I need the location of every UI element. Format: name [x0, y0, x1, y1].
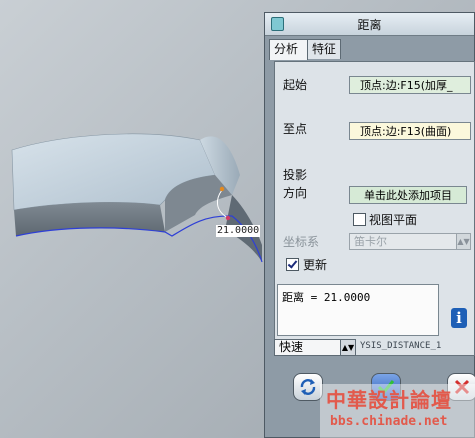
start-label: 起始 [283, 78, 308, 92]
chevron-updown-icon: ▲▼ [340, 340, 355, 355]
result-text: 距离 = 21.0000 [282, 291, 371, 304]
add-projection-button[interactable]: 单击此处添加项目 [349, 186, 467, 204]
info-icon[interactable]: i [451, 308, 467, 328]
speed-select[interactable]: 快速 ▲▼ [274, 339, 356, 356]
repeat-icon [300, 379, 316, 395]
update-label: 更新 [303, 258, 328, 272]
speed-value: 快速 [279, 340, 304, 354]
distance-dialog: 距离 分析 特征 起始 顶点:边:F15(加厚_ 至点 顶点:边:F13(曲面)… [264, 12, 475, 438]
watermark-url: bbs.chinade.net [330, 414, 448, 429]
end-label: 至点 [283, 122, 308, 136]
projection-label: 投影 [283, 168, 308, 182]
view-plane-label: 视图平面 [369, 213, 418, 227]
view-plane-checkbox[interactable] [353, 213, 366, 226]
coord-system-value: 笛卡尔 [354, 235, 387, 248]
repeat-button[interactable] [293, 373, 323, 401]
dimension-value-label: 21.0000 [216, 225, 261, 237]
part-side-face [14, 202, 165, 236]
feature-name-field[interactable]: YSIS_DISTANCE_1 [360, 341, 470, 355]
dialog-title: 距离 [357, 18, 382, 32]
start-reference-field[interactable]: 顶点:边:F15(加厚_ [349, 76, 471, 94]
end-reference-field[interactable]: 顶点:边:F13(曲面) [349, 122, 471, 140]
start-point-marker [219, 186, 225, 192]
result-display: 距离 = 21.0000 [277, 284, 439, 336]
watermark-title: 中華設計論壇 [326, 388, 452, 412]
tab-feature[interactable]: 特征 [307, 39, 341, 59]
end-point-marker [225, 215, 231, 221]
tab-analysis[interactable]: 分析 [269, 39, 308, 60]
direction-label: 方向 [283, 186, 308, 200]
site-watermark: 中華設計論壇 bbs.chinade.net [320, 384, 475, 438]
dialog-titlebar[interactable]: 距离 [265, 13, 474, 36]
analysis-panel: 起始 顶点:边:F15(加厚_ 至点 顶点:边:F13(曲面) 投影 方向 单击… [274, 61, 475, 356]
chevron-updown-icon: ▲▼ [456, 234, 470, 249]
update-checkbox[interactable] [286, 258, 299, 271]
coord-system-label: 坐标系 [283, 235, 320, 249]
coord-system-select[interactable]: 笛卡尔 ▲▼ [349, 233, 471, 250]
